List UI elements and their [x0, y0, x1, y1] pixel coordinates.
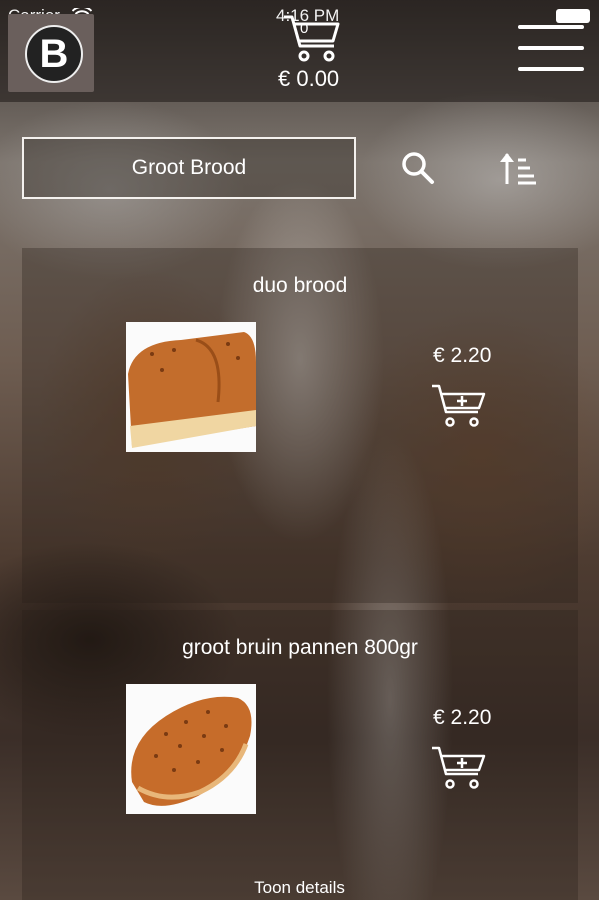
product-name: duo brood [252, 274, 348, 297]
sort-icon[interactable] [498, 148, 538, 188]
add-to-cart-icon[interactable] [430, 382, 486, 430]
product-name: groot bruin pannen 800gr [182, 636, 418, 659]
product-image[interactable] [126, 322, 256, 452]
add-to-cart-icon[interactable] [430, 744, 486, 792]
battery-icon [556, 9, 590, 23]
product-price: € 2.20 [433, 706, 492, 729]
cart-icon[interactable] [282, 14, 342, 64]
product-price: € 2.20 [433, 344, 492, 367]
logo-letter: B [25, 25, 83, 83]
logo[interactable]: B [8, 14, 94, 92]
cart-total: € 0.00 [278, 66, 340, 91]
product-card[interactable]: duo brood € 2.20 [22, 248, 578, 603]
cart-count: 0 [300, 20, 309, 37]
search-input[interactable]: Groot Brood [22, 137, 356, 199]
menu-icon[interactable] [518, 25, 584, 75]
product-image[interactable] [126, 684, 256, 814]
search-icon[interactable] [400, 150, 436, 186]
product-card[interactable]: groot bruin pannen 800gr € 2.20 [22, 610, 578, 900]
show-details-link[interactable]: Toon details [0, 878, 599, 898]
